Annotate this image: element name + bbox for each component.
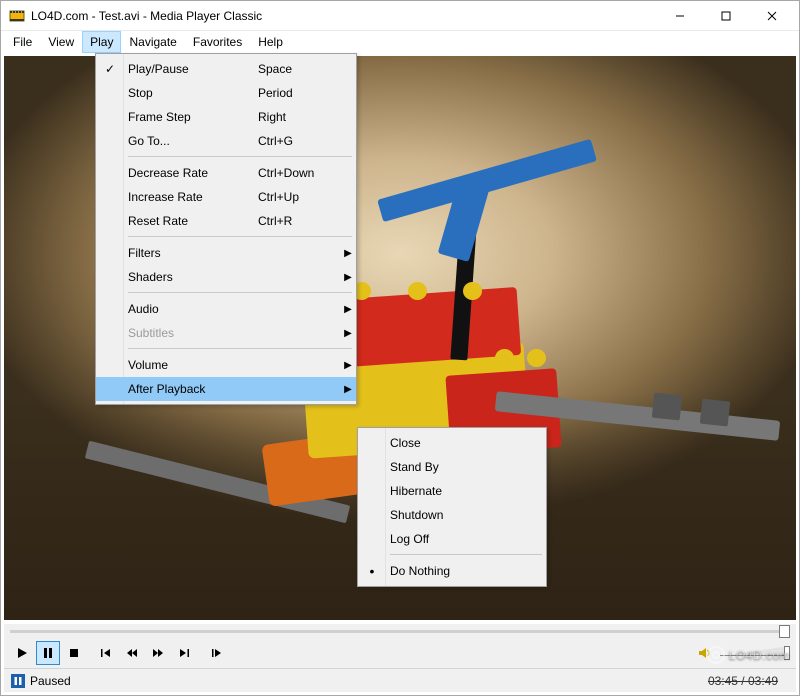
- menu-item-shortcut: Period: [258, 86, 340, 100]
- submenu-item-shutdown[interactable]: Shutdown: [358, 503, 546, 527]
- watermark-icon: [707, 646, 725, 664]
- menu-item-label: Shaders: [124, 270, 258, 284]
- menu-separator: [96, 289, 356, 297]
- stop-button[interactable]: [62, 641, 86, 665]
- seek-bar[interactable]: [4, 623, 796, 638]
- play-dropdown: ✓Play/PauseSpaceStopPeriodFrame StepRigh…: [95, 53, 357, 405]
- submenu-item-stand-by[interactable]: Stand By: [358, 455, 546, 479]
- titlebar: LO4D.com - Test.avi - Media Player Class…: [1, 1, 799, 31]
- status-text: Paused: [30, 674, 708, 688]
- menu-item-reset-rate[interactable]: Reset RateCtrl+R: [96, 209, 356, 233]
- menu-navigate[interactable]: Navigate: [121, 31, 184, 53]
- status-time: 03:45 / 03:49: [708, 674, 778, 688]
- menu-item-go-to[interactable]: Go To...Ctrl+G: [96, 129, 356, 153]
- menu-separator: [358, 551, 546, 559]
- submenu-item-label: Do Nothing: [386, 564, 546, 578]
- submenu-item-do-nothing[interactable]: •Do Nothing: [358, 559, 546, 583]
- submenu-item-label: Close: [386, 436, 546, 450]
- menu-item-shortcut: Right: [258, 110, 340, 124]
- menu-item-filters[interactable]: Filters ▶: [96, 241, 356, 265]
- submenu-item-label: Hibernate: [386, 484, 546, 498]
- submenu-arrow-icon: ▶: [340, 304, 356, 315]
- watermark: LO4D.com: [707, 646, 790, 664]
- window-controls: [657, 2, 795, 30]
- menu-separator: [96, 153, 356, 161]
- menu-item-subtitles: Subtitles ▶: [96, 321, 356, 345]
- submenu-arrow-icon: ▶: [340, 272, 356, 283]
- status-pause-icon: [10, 673, 26, 689]
- menu-item-label: Play/Pause: [124, 62, 258, 76]
- forward-button[interactable]: [146, 641, 170, 665]
- menu-item-decrease-rate[interactable]: Decrease RateCtrl+Down: [96, 161, 356, 185]
- check-icon: ✓: [96, 62, 124, 76]
- play-button[interactable]: [10, 641, 34, 665]
- minimize-button[interactable]: [657, 2, 703, 30]
- menu-item-shortcut: Ctrl+Down: [258, 166, 340, 180]
- submenu-arrow-icon: ▶: [340, 384, 356, 395]
- after-playback-submenu: Close Stand By Hibernate Shutdown Log Off •Do…: [357, 427, 547, 587]
- menu-item-shortcut: Ctrl+R: [258, 214, 340, 228]
- submenu-arrow-icon: ▶: [340, 248, 356, 259]
- submenu-item-label: Stand By: [386, 460, 546, 474]
- menu-help[interactable]: Help: [250, 31, 291, 53]
- frame-step-button[interactable]: [204, 641, 228, 665]
- menu-item-stop[interactable]: StopPeriod: [96, 81, 356, 105]
- skip-back-button[interactable]: [94, 641, 118, 665]
- submenu-item-label: Log Off: [386, 532, 546, 546]
- menu-item-label: Filters: [124, 246, 258, 260]
- menu-separator: [96, 233, 356, 241]
- menu-item-label: Decrease Rate: [124, 166, 258, 180]
- menu-separator: [96, 345, 356, 353]
- menu-item-shortcut: Space: [258, 62, 340, 76]
- submenu-item-label: Shutdown: [386, 508, 546, 522]
- menu-item-increase-rate[interactable]: Increase RateCtrl+Up: [96, 185, 356, 209]
- menu-item-frame-step[interactable]: Frame StepRight: [96, 105, 356, 129]
- window-title: LO4D.com - Test.avi - Media Player Class…: [31, 9, 657, 23]
- menu-favorites[interactable]: Favorites: [185, 31, 250, 53]
- menu-item-label: Go To...: [124, 134, 258, 148]
- menu-item-audio[interactable]: Audio ▶: [96, 297, 356, 321]
- menu-item-label: Audio: [124, 302, 258, 316]
- maximize-button[interactable]: [703, 2, 749, 30]
- submenu-arrow-icon: ▶: [340, 360, 356, 371]
- menu-item-shaders[interactable]: Shaders ▶: [96, 265, 356, 289]
- seek-thumb[interactable]: [779, 625, 790, 638]
- transport-controls: [4, 638, 796, 668]
- menu-item-label: Subtitles: [124, 326, 258, 340]
- menu-item-label: Frame Step: [124, 110, 258, 124]
- menu-item-volume[interactable]: Volume ▶: [96, 353, 356, 377]
- submenu-arrow-icon: ▶: [340, 328, 356, 339]
- menubar: File View Play Navigate Favorites Help: [1, 31, 799, 53]
- submenu-item-log-off[interactable]: Log Off: [358, 527, 546, 551]
- menu-play[interactable]: Play: [82, 31, 121, 53]
- skip-forward-button[interactable]: [172, 641, 196, 665]
- menu-item-label: Reset Rate: [124, 214, 258, 228]
- menu-item-after-playback[interactable]: After Playback ▶: [96, 377, 356, 401]
- menu-item-shortcut: Ctrl+Up: [258, 190, 340, 204]
- pause-button[interactable]: [36, 641, 60, 665]
- menu-file[interactable]: File: [5, 31, 40, 53]
- submenu-item-hibernate[interactable]: Hibernate: [358, 479, 546, 503]
- watermark-text: LO4D.com: [729, 648, 790, 662]
- close-button[interactable]: [749, 2, 795, 30]
- submenu-item-close[interactable]: Close: [358, 431, 546, 455]
- rewind-button[interactable]: [120, 641, 144, 665]
- menu-item-label: After Playback: [124, 382, 258, 396]
- status-bar: Paused 03:45 / 03:49: [4, 668, 796, 692]
- menu-item-label: Volume: [124, 358, 258, 372]
- menu-item-label: Increase Rate: [124, 190, 258, 204]
- menu-item-play-pause[interactable]: ✓Play/PauseSpace: [96, 57, 356, 81]
- menu-view[interactable]: View: [40, 31, 82, 53]
- menu-item-label: Stop: [124, 86, 258, 100]
- menu-item-shortcut: Ctrl+G: [258, 134, 340, 148]
- app-icon: [9, 8, 25, 24]
- bullet-icon: •: [358, 566, 386, 576]
